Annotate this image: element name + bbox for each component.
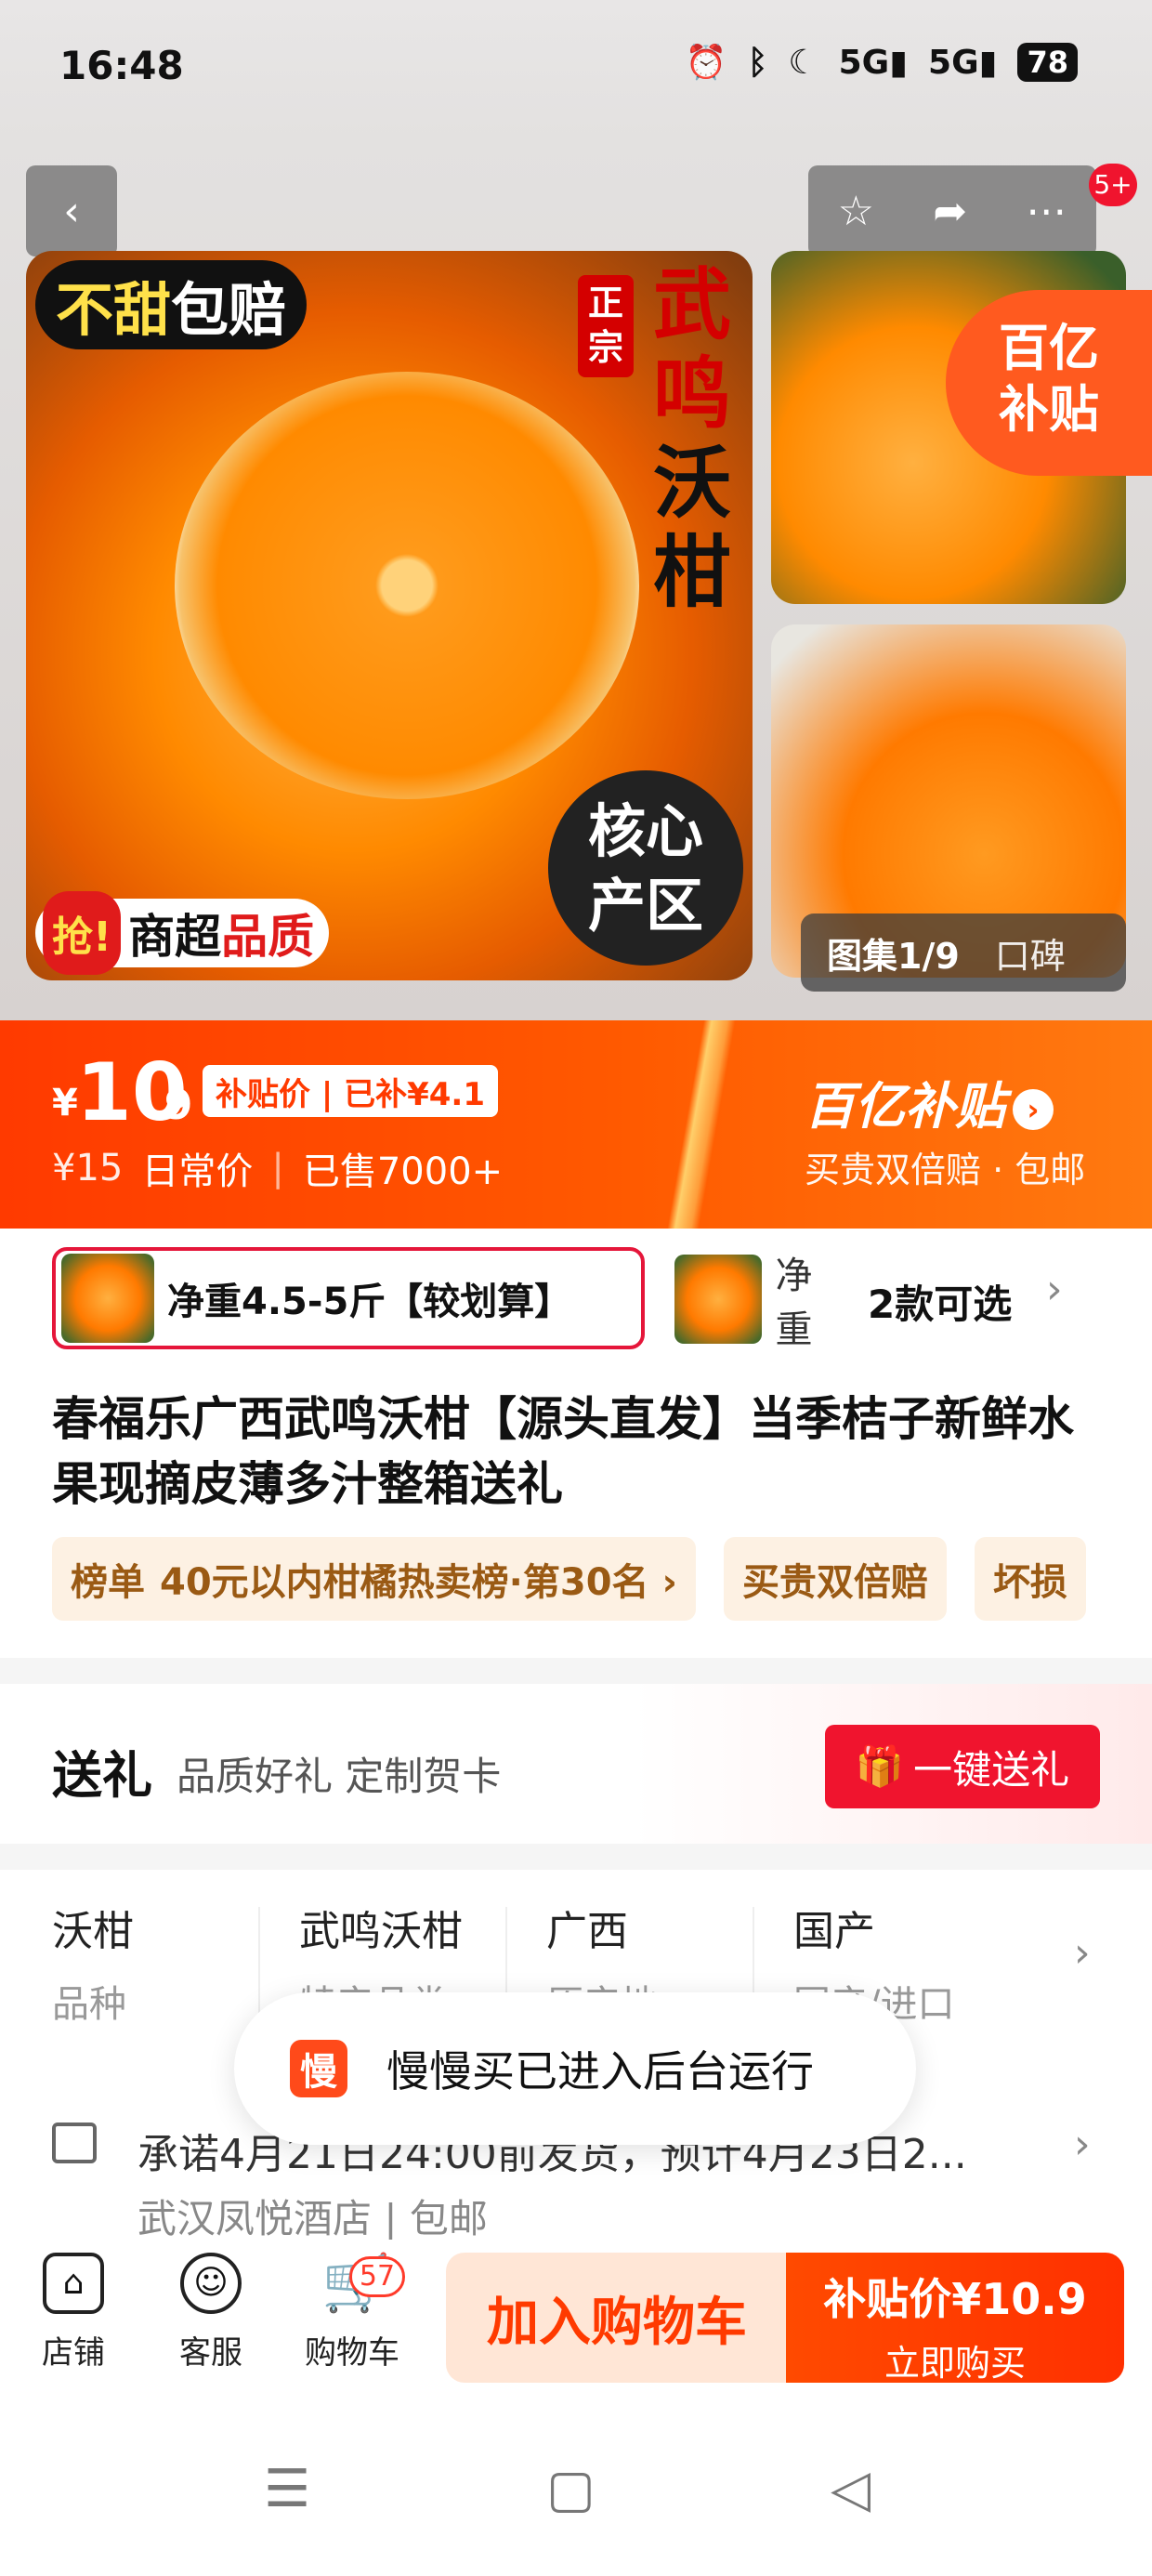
background-toast: 慢 慢慢买已进入后台运行: [234, 1992, 916, 2145]
store-icon: ⌂: [43, 2253, 104, 2314]
add-to-cart-button[interactable]: 加入购物车: [446, 2253, 788, 2383]
alarm-icon: ⏰: [685, 44, 727, 82]
reviews-tab[interactable]: 口碑: [986, 927, 1075, 979]
variant-option[interactable]: 净重: [669, 1251, 845, 1347]
tag-row: 榜单 40元以内柑橘热卖榜·第30名 › 买贵双倍赔 坏损: [52, 1537, 1086, 1621]
toast-text: 慢慢买已进入后台运行: [386, 2046, 814, 2096]
more-icon[interactable]: ⋯: [1026, 188, 1067, 235]
shipping-address: 武汉凤悦酒店 | 包邮: [137, 2196, 488, 2241]
chevron-left-icon: ‹: [63, 187, 80, 235]
truck-icon: [52, 2123, 97, 2163]
gallery-label[interactable]: 图集1/9: [801, 927, 986, 979]
lightning-decoration: [641, 1020, 762, 1229]
system-navigation-bar: ☰ ▢ ◁: [0, 2399, 1152, 2576]
bluetooth-icon: ᛒ: [747, 43, 768, 82]
price-sub: ¥15 日常价 | 已售7000+: [52, 1141, 503, 1195]
chevron-right-icon[interactable]: ›: [1046, 1266, 1063, 1313]
attribute-variety: 沃柑 品种: [52, 1908, 134, 2026]
arrow-right-icon: ›: [1013, 1089, 1054, 1131]
battery-indicator: 78: [1017, 43, 1078, 82]
gift-icon: 🎁: [855, 1743, 905, 1789]
price-decimal: .9: [149, 1082, 193, 1129]
5g-signal-icon: 5G▮: [928, 43, 998, 82]
gift-subtitle: 品质好礼 定制贺卡: [177, 1754, 502, 1799]
back-icon[interactable]: ◁: [831, 2459, 871, 2519]
subsidy-program-sub: 买贵双倍赔 · 包邮: [805, 1150, 1086, 1190]
back-button[interactable]: ‹: [26, 165, 117, 256]
core-area-badge: 核心 产区: [548, 770, 743, 966]
customer-service-button[interactable]: ☺ 客服: [160, 2253, 262, 2372]
bottom-action-bar: ⌂ 店铺 ☺ 客服 🛒 购物车 57 加入购物车 补贴价¥10.9 立即购买: [0, 2240, 1152, 2399]
moon-icon: ☾: [788, 43, 818, 82]
section-divider: [0, 1844, 1152, 1870]
gallery-counter[interactable]: 图集1/9 口碑: [801, 913, 1126, 992]
app-icon: 慢: [290, 2040, 347, 2097]
5g-signal-icon: 5G▮: [838, 43, 909, 82]
old-price-label: 日常价: [141, 1150, 254, 1193]
share-icon[interactable]: ➦: [933, 188, 967, 235]
gift-title: 送礼: [52, 1746, 152, 1805]
supermarket-quality-badge: 抢! 商超 品质: [35, 891, 330, 975]
divider: |: [271, 1147, 284, 1189]
section-divider: [0, 1658, 1152, 1684]
chevron-right-icon[interactable]: ›: [1074, 1929, 1091, 1977]
currency-symbol: ¥: [52, 1082, 78, 1124]
smiley-icon: ☺: [180, 2253, 242, 2314]
orange-image: [175, 372, 639, 799]
subsidy-program-link[interactable]: 百亿补贴 ›: [805, 1065, 1054, 1138]
menu-icon[interactable]: ☰: [264, 2459, 310, 2519]
gift-section: 送礼 品质好礼 定制贺卡 🎁 一键送礼: [0, 1684, 1152, 1844]
variant-selector: 净重4.5-5斤【较划算】 净重 2款可选 ›: [0, 1229, 1152, 1349]
vertical-title: 武鸣 沃柑: [652, 259, 731, 618]
subsidy-price-tag: 补贴价 | 已补¥4.1: [203, 1065, 498, 1117]
send-gift-button[interactable]: 🎁 一键送礼: [825, 1725, 1100, 1808]
damage-tag[interactable]: 坏损: [974, 1537, 1086, 1621]
ranking-tag[interactable]: 榜单 40元以内柑橘热卖榜·第30名 ›: [52, 1537, 696, 1621]
cart-count-badge: 57: [349, 2256, 405, 2297]
shop-button[interactable]: ⌂ 店铺: [22, 2253, 124, 2372]
home-icon[interactable]: ▢: [546, 2459, 596, 2519]
more-variants-link[interactable]: 2款可选: [868, 1273, 1012, 1330]
subsidy-badge: 百亿 补贴: [946, 290, 1152, 476]
buy-now-button[interactable]: 补贴价¥10.9 立即购买: [786, 2253, 1124, 2384]
chevron-right-icon[interactable]: ›: [1074, 2121, 1091, 2168]
notification-badge: 5+: [1089, 164, 1137, 206]
old-price: ¥15: [52, 1147, 124, 1189]
variant-option-selected[interactable]: 净重4.5-5斤【较划算】: [52, 1247, 645, 1349]
product-title: 春福乐广西武鸣沃柑【源头直发】当季桔子新鲜水果现摘皮薄多汁整箱送礼: [52, 1392, 1074, 1511]
variant-thumbnail: [61, 1254, 154, 1343]
action-group: ☆ ➦ ⋯: [808, 165, 1096, 256]
sold-count: 已售7000+: [302, 1150, 504, 1193]
main-product-image[interactable]: 不甜 包赔 正宗 武鸣 沃柑 核心 产区 抢! 商超 品质: [26, 251, 753, 980]
variant-label: 净重4.5-5斤【较划算】: [167, 1281, 572, 1323]
no-sweet-refund-badge: 不甜 包赔: [35, 260, 308, 349]
star-icon[interactable]: ☆: [838, 188, 874, 235]
variant-label: 净重: [775, 1255, 813, 1347]
clock: 16:48: [59, 43, 184, 88]
variant-thumbnail: [674, 1255, 763, 1344]
authentic-tag: 正宗: [578, 275, 634, 377]
price-banner: ¥ 10 .9 补贴价 | 已补¥4.1 ¥15 日常价 | 已售7000+ 百…: [0, 1020, 1152, 1229]
double-compensation-tag[interactable]: 买贵双倍赔: [723, 1537, 947, 1621]
status-icons: ⏰ ᛒ ☾ 5G▮ 5G▮ 78: [686, 43, 1078, 82]
status-bar: 16:48 ⏰ ᛒ ☾ 5G▮ 5G▮ 78: [0, 0, 1152, 139]
attribute-divider: [258, 1907, 260, 2018]
